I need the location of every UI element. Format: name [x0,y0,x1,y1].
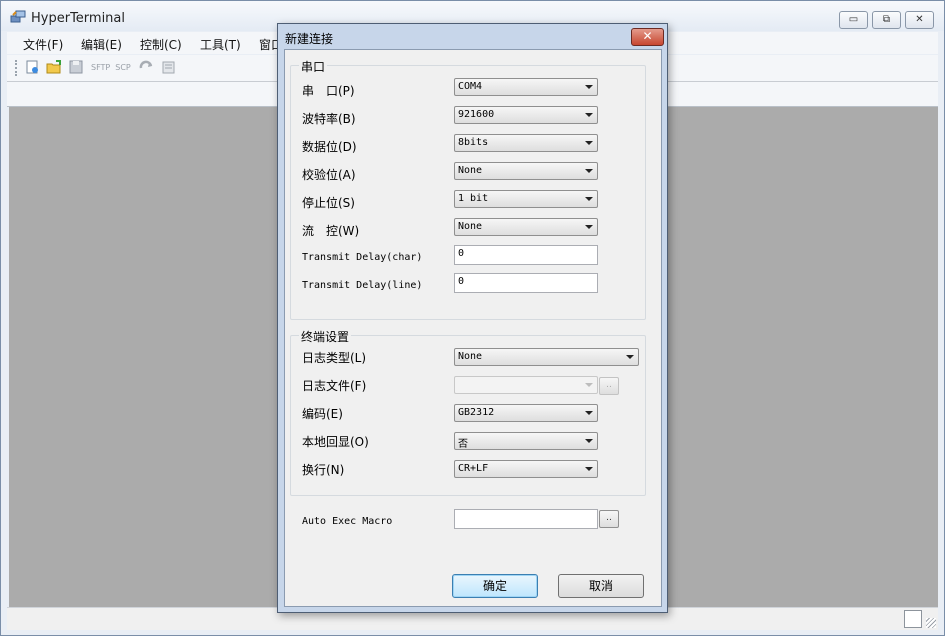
flow-select[interactable]: None [454,218,598,236]
menu-edit[interactable]: 编辑(E) [81,36,122,53]
delay-line-label: Transmit Delay(line) [302,280,423,291]
chevron-down-icon [585,113,593,117]
ellipsis-icon: .. [606,380,612,390]
baud-value: 921600 [458,109,495,120]
close-window-button[interactable]: ✕ [905,11,934,29]
newline-label: 换行(N) [302,463,345,477]
local-echo-value: 否 [458,439,468,450]
port-label: 串 口(P) [302,84,355,98]
delay-char-label: Transmit Delay(char) [302,252,423,263]
terminal-group-title: 终端设置 [299,328,352,345]
log-type-value: None [458,351,483,362]
open-button[interactable] [45,59,63,77]
local-echo-select[interactable]: 否 [454,432,598,450]
port-value: COM4 [458,81,483,92]
encoding-label: 编码(E) [302,407,343,421]
close-icon: ✕ [915,14,924,25]
reconnect-icon [139,60,153,69]
log-type-label: 日志类型(L) [302,351,367,365]
flow-label: 流 控(W) [302,224,360,238]
ok-button-label: 确定 [482,579,507,593]
status-indicator [904,610,922,628]
open-icon [46,60,61,74]
newline-select[interactable]: CR+LF [454,460,598,478]
log-type-select[interactable]: None [454,348,639,366]
flow-value: None [458,221,483,232]
stopbits-select[interactable]: 1 bit [454,190,598,208]
log-file-browse-button[interactable]: .. [599,377,619,395]
toolbar-grip[interactable] [15,60,19,76]
reconnect-button[interactable] [137,59,155,77]
serial-group-title: 串口 [299,58,328,75]
ellipsis-icon: .. [606,513,612,523]
chevron-down-icon [585,197,593,201]
parity-label: 校验位(A) [302,168,356,182]
chevron-down-icon [585,467,593,471]
chevron-down-icon [585,141,593,145]
app-title: HyperTerminal [31,11,126,26]
properties-icon [162,61,175,74]
local-echo-label: 本地回显(O) [302,435,369,449]
parity-select[interactable]: None [454,162,598,180]
menu-tools[interactable]: 工具(T) [200,36,241,53]
maximize-icon: ⧉ [882,14,891,25]
chevron-down-icon [585,439,593,443]
cancel-button-label: 取消 [588,579,613,593]
chevron-down-icon [585,383,593,387]
chevron-down-icon [585,411,593,415]
minimize-button[interactable]: ▭ [839,11,868,29]
sftp-icon: SFTP [91,63,111,72]
new-connection-dialog: 新建连接 ✕ 串口 串 口(P) COM4 波特率(B) 921600 数据位(… [277,23,668,613]
stopbits-value: 1 bit [458,193,489,204]
properties-button[interactable] [160,59,178,77]
menu-file[interactable]: 文件(F) [23,36,63,53]
baud-label: 波特率(B) [302,112,356,126]
chevron-down-icon [585,85,593,89]
save-icon [69,60,83,74]
auto-exec-label: Auto Exec Macro [302,516,393,527]
log-file-label: 日志文件(F) [302,379,367,393]
baud-select[interactable]: 921600 [454,106,598,124]
chevron-down-icon [585,225,593,229]
auto-exec-browse-button[interactable]: .. [599,510,619,528]
app-icon [10,10,26,23]
stopbits-label: 停止位(S) [302,196,355,210]
auto-exec-input[interactable] [454,509,598,529]
encoding-value: GB2312 [458,407,495,418]
delay-char-value: 0 [458,248,465,259]
cancel-button[interactable]: 取消 [558,574,644,598]
dialog-title: 新建连接 [285,32,334,46]
databits-value: 8bits [458,137,489,148]
newline-value: CR+LF [458,463,489,474]
encoding-select[interactable]: GB2312 [454,404,598,422]
dialog-close-button[interactable]: ✕ [631,28,664,46]
chevron-down-icon [626,355,634,359]
minimize-icon: ▭ [848,14,859,25]
scp-button[interactable]: SCP [114,59,132,77]
databits-select[interactable]: 8bits [454,134,598,152]
resize-grip[interactable] [926,618,936,628]
parity-value: None [458,165,483,176]
new-icon [26,60,38,74]
scp-icon: SCP [115,63,131,72]
save-button[interactable] [67,59,85,77]
sftp-button[interactable]: SFTP [91,59,111,77]
ok-button[interactable]: 确定 [452,574,538,598]
delay-line-value: 0 [458,276,465,287]
close-icon: ✕ [642,29,653,43]
dialog-body: 串口 串 口(P) COM4 波特率(B) 921600 数据位(D) 8bit… [284,49,662,607]
databits-label: 数据位(D) [302,140,357,154]
new-button[interactable] [23,59,41,77]
delay-line-input[interactable]: 0 [454,273,598,293]
menu-control[interactable]: 控制(C) [140,36,182,53]
chevron-down-icon [585,169,593,173]
log-file-select[interactable] [454,376,598,394]
delay-char-input[interactable]: 0 [454,245,598,265]
maximize-button[interactable]: ⧉ [872,11,901,29]
port-select[interactable]: COM4 [454,78,598,96]
